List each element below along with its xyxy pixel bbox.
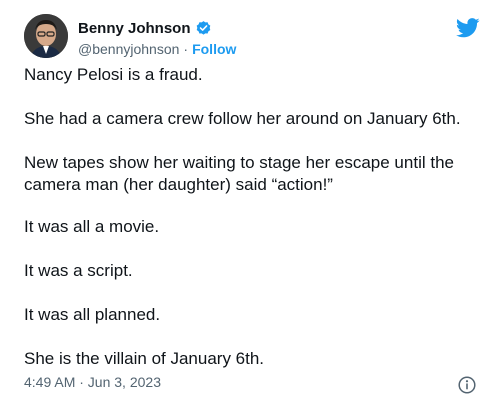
author-handle-row: @bennyjohnson · Follow	[78, 41, 236, 57]
handle[interactable]: @bennyjohnson	[78, 41, 179, 57]
tweet-paragraph-4: It was all a movie.	[24, 217, 160, 236]
tweet-paragraph-6: It was all planned.	[24, 305, 161, 324]
author-name-row: Benny Johnson	[78, 20, 212, 37]
follow-button[interactable]: Follow	[192, 41, 236, 57]
display-name[interactable]: Benny Johnson	[78, 20, 191, 37]
tweet-card: Benny Johnson @bennyjohnson · Follow Nan…	[0, 0, 500, 402]
tweet-body: Nancy Pelosi is a fraud. She had a camer…	[24, 64, 484, 392]
tweet-paragraph-1: Nancy Pelosi is a fraud.	[24, 65, 203, 84]
tweet-paragraph-2: She had a camera crew follow her around …	[24, 109, 461, 128]
twitter-bird-icon[interactable]	[455, 18, 480, 38]
tweet-timestamp[interactable]: 4:49 AM · Jun 3, 2023	[24, 374, 161, 390]
avatar[interactable]	[24, 14, 68, 58]
tweet-paragraph-3: New tapes show her waiting to stage her …	[24, 153, 454, 194]
separator-dot: ·	[183, 41, 189, 57]
tweet-paragraph-5: It was a script.	[24, 261, 133, 280]
info-icon[interactable]	[458, 376, 476, 394]
verified-badge-icon	[195, 20, 212, 37]
tweet-paragraph-7: She is the villain of January 6th.	[24, 349, 265, 368]
